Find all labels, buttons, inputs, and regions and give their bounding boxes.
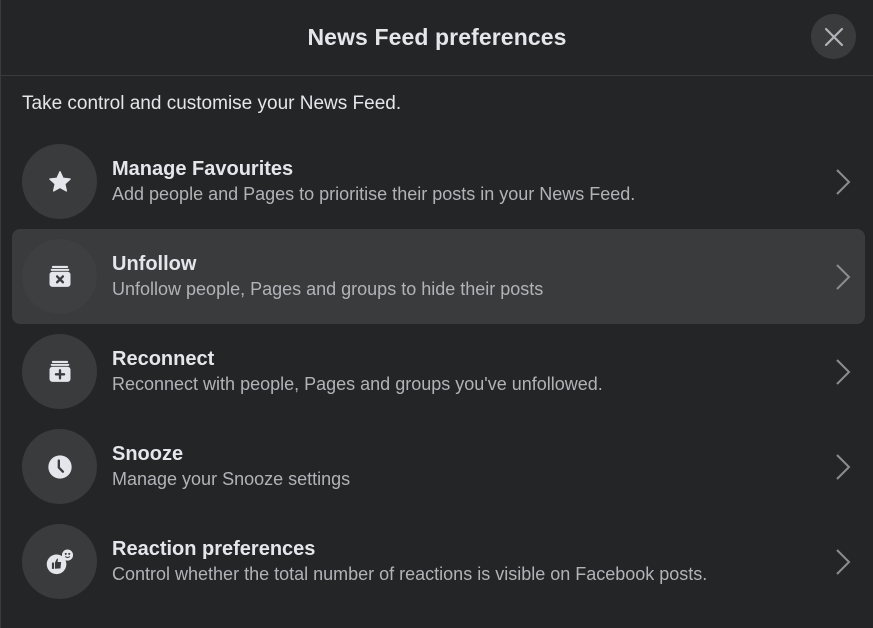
item-title: Snooze bbox=[112, 442, 184, 465]
dialog-header: News Feed preferences bbox=[1, 0, 873, 76]
close-icon bbox=[824, 27, 843, 46]
list-item-reconnect[interactable]: Reconnect Reconnect with people, Pages a… bbox=[12, 324, 865, 419]
item-title: Reaction preferences bbox=[112, 537, 316, 560]
reaction-icon bbox=[46, 549, 73, 574]
item-text: Snooze Manage your Snooze settings bbox=[112, 442, 350, 492]
item-text: Manage Favourites Add people and Pages t… bbox=[112, 157, 635, 207]
item-description: Control whether the total number of reac… bbox=[112, 563, 708, 584]
item-icon-wrap bbox=[22, 334, 97, 409]
chevron-right-icon bbox=[836, 358, 851, 385]
list-item-snooze[interactable]: Snooze Manage your Snooze settings bbox=[12, 419, 865, 514]
item-icon-wrap bbox=[22, 144, 97, 219]
item-icon-wrap bbox=[22, 239, 97, 314]
item-text: Reaction preferences Control whether the… bbox=[112, 537, 707, 587]
item-description: Manage your Snooze settings bbox=[112, 468, 351, 489]
clock-icon bbox=[47, 454, 72, 479]
item-description: Add people and Pages to prioritise their… bbox=[112, 183, 636, 204]
item-description: Unfollow people, Pages and groups to hid… bbox=[112, 278, 544, 299]
list-item-manage-favourites[interactable]: Manage Favourites Add people and Pages t… bbox=[12, 134, 865, 229]
star-icon bbox=[48, 170, 71, 192]
reconnect-icon bbox=[49, 360, 70, 382]
dialog-title: News Feed preferences bbox=[307, 24, 567, 50]
chevron-right-icon bbox=[836, 263, 851, 290]
close-button[interactable] bbox=[811, 14, 856, 59]
chevron-right-icon bbox=[836, 453, 851, 480]
preferences-list: Manage Favourites Add people and Pages t… bbox=[1, 123, 873, 609]
news-feed-preferences-dialog: News Feed preferences Take control and c… bbox=[0, 0, 873, 628]
item-icon-wrap bbox=[22, 524, 97, 599]
chevron-right-icon bbox=[836, 548, 851, 575]
item-description: Reconnect with people, Pages and groups … bbox=[112, 373, 603, 394]
unfollow-icon bbox=[49, 265, 70, 287]
list-item-reaction-preferences[interactable]: Reaction preferences Control whether the… bbox=[12, 514, 865, 609]
item-text: Unfollow Unfollow people, Pages and grou… bbox=[112, 252, 543, 302]
item-title: Unfollow bbox=[112, 252, 197, 275]
list-item-unfollow[interactable]: Unfollow Unfollow people, Pages and grou… bbox=[12, 229, 865, 324]
item-title: Manage Favourites bbox=[112, 157, 294, 180]
chevron-right-icon bbox=[836, 168, 851, 195]
item-icon-wrap bbox=[22, 429, 97, 504]
dialog-subtitle: Take control and customise your News Fee… bbox=[22, 93, 402, 114]
item-text: Reconnect Reconnect with people, Pages a… bbox=[112, 347, 603, 397]
item-title: Reconnect bbox=[112, 347, 215, 370]
